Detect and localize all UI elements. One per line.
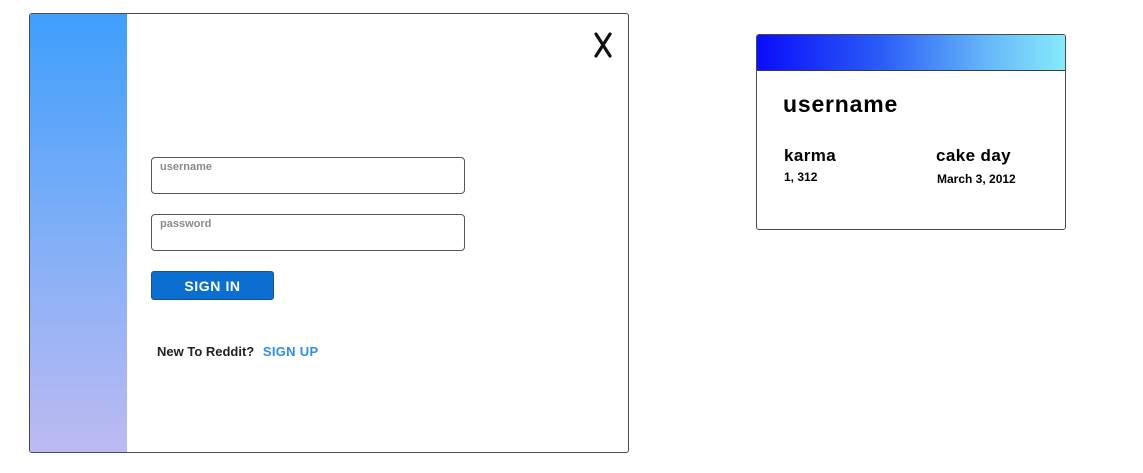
close-icon <box>594 32 612 58</box>
sign-up-link[interactable]: SIGN UP <box>263 344 319 359</box>
karma-label: karma <box>784 146 837 165</box>
login-modal: X username password SIGN IN New To Reddi… <box>29 13 629 453</box>
profile-banner <box>757 35 1065 71</box>
username-field[interactable]: username <box>151 157 465 194</box>
signup-row: New To Reddit? SIGN UP <box>157 344 318 359</box>
sign-in-button[interactable]: SIGN IN <box>151 271 274 300</box>
close-button[interactable]: X <box>590 30 616 60</box>
cake-day-value: March 3, 2012 <box>937 172 1016 186</box>
page: X username password SIGN IN New To Reddi… <box>0 0 1143 473</box>
signup-prompt: New To Reddit? <box>157 344 255 359</box>
profile-card: username karma 1, 312 cake day March 3, … <box>756 34 1066 230</box>
password-field[interactable]: password <box>151 214 465 251</box>
password-field-label: password <box>160 218 212 230</box>
username-input[interactable] <box>159 173 457 190</box>
profile-username: username <box>783 91 899 117</box>
username-field-label: username <box>160 161 212 173</box>
password-input[interactable] <box>159 230 457 247</box>
modal-gradient-sidebar <box>30 14 127 452</box>
karma-value: 1, 312 <box>784 170 818 184</box>
cake-day-label: cake day <box>936 146 1012 165</box>
